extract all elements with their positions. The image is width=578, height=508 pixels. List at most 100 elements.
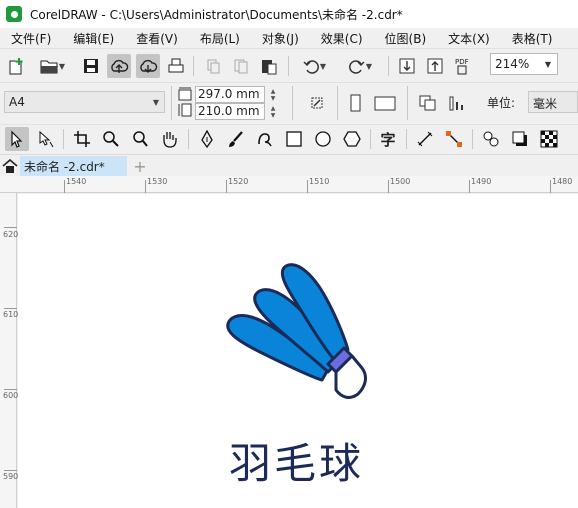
vertical-ruler[interactable]: 620 610 600 590 bbox=[0, 193, 19, 508]
chevron-down-icon: ▼ bbox=[58, 61, 66, 71]
blend-tool-button[interactable] bbox=[479, 127, 503, 151]
magnifier-icon bbox=[103, 131, 119, 147]
separator bbox=[472, 129, 473, 149]
import-button[interactable] bbox=[396, 54, 418, 78]
resize-page-button[interactable] bbox=[305, 91, 329, 115]
drop-shadow-icon bbox=[512, 131, 527, 146]
publish-pdf-button[interactable]: PDF bbox=[452, 54, 476, 78]
separator bbox=[407, 86, 408, 120]
paste-button[interactable] bbox=[258, 54, 280, 78]
separator bbox=[188, 129, 189, 149]
page-size-select[interactable]: A4 bbox=[4, 91, 165, 113]
width-stepper[interactable]: ▲ ▼ bbox=[266, 86, 280, 103]
cloud-upload-icon bbox=[111, 59, 129, 73]
ruler-tick bbox=[145, 180, 146, 193]
parallel-dimension-icon bbox=[417, 131, 433, 147]
polygon-tool-button[interactable] bbox=[340, 127, 364, 151]
all-pages-button[interactable] bbox=[416, 91, 440, 115]
separator bbox=[388, 56, 389, 76]
menu-edit[interactable]: 编辑(E) bbox=[62, 30, 125, 47]
menu-object[interactable]: 对象(J) bbox=[251, 30, 310, 47]
ruler-tick bbox=[307, 180, 308, 193]
ruler-tick bbox=[226, 180, 227, 193]
cut-button[interactable] bbox=[202, 54, 224, 78]
chevron-down-icon[interactable]: ▼ bbox=[538, 53, 558, 75]
checkerboard-icon bbox=[540, 130, 558, 148]
menu-bitmaps[interactable]: 位图(B) bbox=[374, 30, 438, 47]
menu-file[interactable]: 文件(F) bbox=[0, 30, 62, 47]
ruler-label: 1480 bbox=[552, 177, 573, 186]
separator bbox=[406, 129, 407, 149]
rectangle-icon bbox=[286, 131, 302, 147]
ruler-label: 610 bbox=[3, 310, 19, 319]
polygon-icon bbox=[343, 131, 361, 147]
ruler-label: 1540 bbox=[66, 177, 87, 186]
menu-bar: 文件(F) 编辑(E) 查看(V) 布局(L) 对象(J) 效果(C) 位图(B… bbox=[0, 28, 578, 48]
new-tab-plus-icon[interactable]: + bbox=[130, 156, 150, 176]
chevron-down-icon[interactable]: ▼ bbox=[148, 91, 164, 113]
current-page-icon bbox=[449, 96, 463, 111]
pan-tool-button[interactable] bbox=[157, 127, 181, 151]
current-page-button[interactable] bbox=[446, 91, 470, 115]
page-height-field[interactable]: 210.0 mm bbox=[195, 103, 265, 120]
copy-button[interactable] bbox=[230, 54, 252, 78]
drop-shadow-tool-button[interactable] bbox=[508, 127, 532, 151]
horizontal-ruler[interactable]: 1540 1530 1520 1510 1500 1490 1480 bbox=[0, 176, 578, 193]
redo-button[interactable]: ▼ bbox=[342, 54, 378, 78]
shuttlecock-icon[interactable] bbox=[218, 252, 378, 402]
save-button[interactable] bbox=[80, 54, 102, 78]
cloud-open-button[interactable] bbox=[136, 54, 160, 78]
shape-tool-icon bbox=[39, 130, 54, 148]
height-stepper[interactable]: ▲ ▼ bbox=[266, 103, 280, 120]
pick-tool-button[interactable] bbox=[5, 127, 29, 151]
transparency-tool-button[interactable] bbox=[537, 127, 561, 151]
menu-layout[interactable]: 布局(L) bbox=[189, 30, 251, 47]
connector-tool-button[interactable] bbox=[442, 127, 466, 151]
menu-table[interactable]: 表格(T) bbox=[501, 30, 564, 47]
ruler-tick bbox=[388, 180, 389, 193]
separator bbox=[370, 129, 371, 149]
artwork-caption[interactable]: 羽毛球 bbox=[229, 430, 364, 491]
rectangle-tool-button[interactable] bbox=[282, 127, 306, 151]
ruler-label: 1500 bbox=[390, 177, 411, 186]
unit-select[interactable]: 毫米 bbox=[528, 91, 578, 113]
cut-icon bbox=[207, 59, 220, 74]
freehand-tool-button[interactable] bbox=[253, 127, 277, 151]
text-tool-button[interactable]: 字 bbox=[376, 127, 400, 151]
pan-zoom-button[interactable] bbox=[128, 127, 152, 151]
document-tab[interactable]: 未命名 -2.cdr* bbox=[20, 156, 127, 176]
ruler-tick bbox=[469, 180, 470, 193]
dimension-tool-button[interactable] bbox=[413, 127, 437, 151]
menu-effects[interactable]: 效果(C) bbox=[310, 30, 374, 47]
ellipse-tool-button[interactable] bbox=[311, 127, 335, 151]
shape-tool-button[interactable] bbox=[34, 127, 58, 151]
export-button[interactable] bbox=[424, 54, 446, 78]
ruler-tick bbox=[64, 180, 65, 193]
pen-tool-button[interactable] bbox=[195, 127, 219, 151]
undo-button[interactable]: ▼ bbox=[296, 54, 332, 78]
menu-text[interactable]: 文本(X) bbox=[437, 30, 501, 47]
open-button[interactable]: ▼ bbox=[34, 54, 70, 78]
ruler-label: 620 bbox=[3, 230, 19, 239]
portrait-button[interactable] bbox=[344, 91, 366, 115]
ellipse-icon bbox=[315, 131, 331, 147]
separator bbox=[292, 86, 293, 120]
separator bbox=[288, 56, 289, 76]
brush-icon bbox=[229, 131, 243, 147]
page-width-field[interactable]: 297.0 mm bbox=[195, 86, 265, 103]
landscape-button[interactable] bbox=[372, 91, 398, 115]
brush-tool-button[interactable] bbox=[224, 127, 248, 151]
coreldraw-logo-icon bbox=[6, 6, 22, 22]
new-document-icon bbox=[9, 58, 23, 75]
new-document-button[interactable] bbox=[6, 54, 28, 78]
menu-view[interactable]: 查看(V) bbox=[125, 30, 189, 47]
zoom-tool-button[interactable] bbox=[99, 127, 123, 151]
chevron-down-icon: ▼ bbox=[365, 61, 373, 71]
print-button[interactable] bbox=[165, 54, 187, 78]
home-tab[interactable] bbox=[0, 156, 20, 176]
cloud-save-button[interactable] bbox=[107, 54, 131, 78]
ruler-label: 600 bbox=[3, 391, 19, 400]
crop-tool-button[interactable] bbox=[70, 127, 94, 151]
page-height-icon bbox=[176, 102, 194, 118]
hand-icon bbox=[163, 132, 177, 148]
